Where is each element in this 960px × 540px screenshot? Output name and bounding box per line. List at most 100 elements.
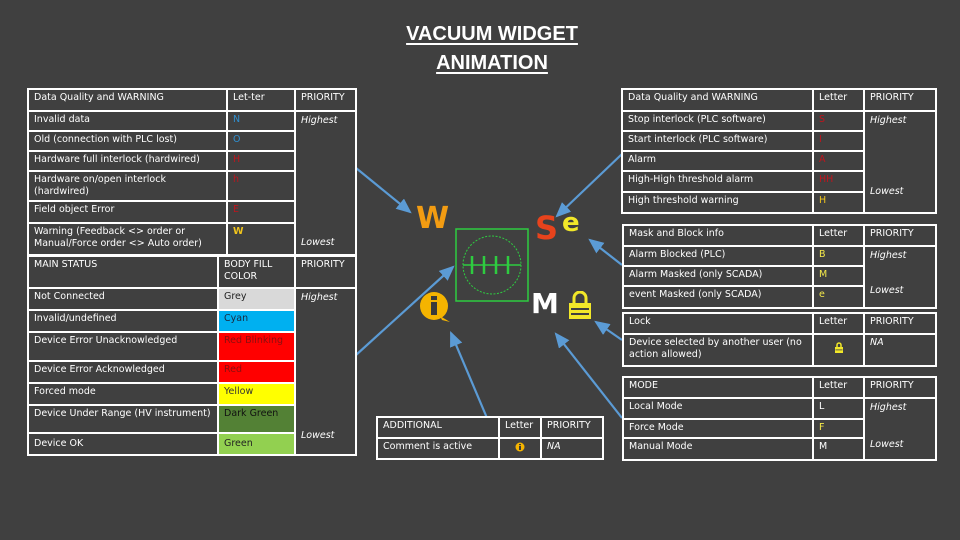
header-cell: Letter xyxy=(498,416,542,439)
table-row: Local Mode L Highest Lowest xyxy=(622,397,937,461)
header-cell: BODY FILL COLOR xyxy=(217,255,296,289)
header-cell: Let-ter xyxy=(226,88,296,112)
mode-table: MODE Letter PRIORITY Local Mode L Highes… xyxy=(622,376,937,461)
priority-cell: Highest Lowest xyxy=(863,397,937,461)
priority-highest: Highest xyxy=(870,250,907,261)
header-cell: Letter xyxy=(812,88,865,112)
lock-icon xyxy=(834,342,843,353)
table-header-row: Lock Letter PRIORITY xyxy=(622,312,937,335)
table-header-row: Data Quality and WARNING Letter PRIORITY xyxy=(621,88,937,112)
row-label: Stop interlock (PLC software) xyxy=(621,110,814,132)
row-label: Hardware full interlock (hardwired) xyxy=(27,150,228,172)
priority-lowest: Lowest xyxy=(301,430,335,441)
row-label: event Masked (only SCADA) xyxy=(622,285,814,309)
row-letter: I xyxy=(812,130,865,152)
row-fill-color: Red Blinking xyxy=(217,331,296,362)
header-cell: Mask and Block info xyxy=(622,224,814,247)
row-label: Old (connection with PLC lost) xyxy=(27,130,228,152)
widget-mode-letter: M xyxy=(531,287,559,320)
row-fill-color: Red xyxy=(217,360,296,384)
widget-warning-letter: W xyxy=(416,201,450,236)
widget-mask-letter: e xyxy=(562,208,580,238)
row-label: Field object Error xyxy=(27,200,228,224)
row-label: Invalid data xyxy=(27,110,228,132)
arrow-interlock xyxy=(555,153,623,218)
row-priority: NA xyxy=(863,333,937,367)
header-cell: Data Quality and WARNING xyxy=(621,88,814,112)
priority-lowest: Lowest xyxy=(870,186,904,197)
arrow-mode xyxy=(554,332,623,419)
row-label: Device Error Unacknowledged xyxy=(27,331,219,362)
row-priority: NA xyxy=(540,437,604,460)
page-title: VACUUM WIDGET ANIMATION xyxy=(380,20,604,78)
header-cell: PRIORITY xyxy=(294,88,357,112)
row-letter: W xyxy=(226,222,296,256)
row-label: Device Under Range (HV instrument) xyxy=(27,404,219,434)
row-letter: M xyxy=(812,437,865,461)
table-row: Not Connected Grey Highest Lowest xyxy=(27,287,357,456)
priority-cell: Highest Lowest xyxy=(294,110,357,256)
row-label: Local Mode xyxy=(622,397,814,420)
row-fill-color: Grey xyxy=(217,287,296,311)
table-row: Device selected by another user (no acti… xyxy=(622,333,937,367)
header-cell: PRIORITY xyxy=(294,255,357,289)
title-line-2: ANIMATION xyxy=(436,52,548,74)
header-cell: ADDITIONAL xyxy=(376,416,500,439)
header-cell: Letter xyxy=(812,312,865,335)
additional-table: ADDITIONAL Letter PRIORITY Comment is ac… xyxy=(376,416,604,460)
vacuum-body-icon[interactable] xyxy=(455,228,529,302)
row-label: Warning (Feedback <> order or Manual/For… xyxy=(27,222,228,256)
row-fill-color: Dark Green xyxy=(217,404,296,434)
row-label: Alarm Blocked (PLC) xyxy=(622,245,814,267)
header-cell: MODE xyxy=(622,376,814,399)
row-fill-color: Green xyxy=(217,432,296,456)
main-status-table: MAIN STATUS BODY FILL COLOR PRIORITY Not… xyxy=(27,255,357,456)
title-line-1: VACUUM WIDGET xyxy=(406,23,578,45)
header-cell: Letter xyxy=(812,224,865,247)
row-letter: A xyxy=(812,150,865,172)
table-row: Stop interlock (PLC software) S Highest … xyxy=(621,110,937,214)
row-letter: B xyxy=(812,245,865,267)
row-label: Hardware on/open interlock (hardwired) xyxy=(27,170,228,202)
comment-info-icon xyxy=(420,292,450,322)
priority-cell: Highest Lowest xyxy=(863,245,937,309)
priority-cell: Highest Lowest xyxy=(294,287,357,456)
row-letter: O xyxy=(226,130,296,152)
row-letter: E xyxy=(226,200,296,224)
priority-cell: Highest Lowest xyxy=(863,110,937,214)
row-label: Manual Mode xyxy=(622,437,814,461)
row-label: Device Error Acknowledged xyxy=(27,360,219,384)
row-letter: S xyxy=(812,110,865,132)
row-label: Device selected by another user (no acti… xyxy=(622,333,814,367)
arrow-warning xyxy=(355,167,412,214)
arrow-additional xyxy=(449,330,489,419)
mask-block-table: Mask and Block info Letter PRIORITY Alar… xyxy=(622,224,937,309)
row-fill-color: Yellow xyxy=(217,382,296,406)
row-letter: e xyxy=(812,285,865,309)
priority-highest: Highest xyxy=(870,402,907,413)
row-letter xyxy=(498,437,542,460)
table-header-row: MAIN STATUS BODY FILL COLOR PRIORITY xyxy=(27,255,357,289)
data-quality-left-table: Data Quality and WARNING Let-ter PRIORIT… xyxy=(27,88,357,256)
header-cell: PRIORITY xyxy=(863,224,937,247)
row-label: Alarm xyxy=(621,150,814,172)
row-label: Invalid/undefined xyxy=(27,309,219,333)
lock-table: Lock Letter PRIORITY Device selected by … xyxy=(622,312,937,367)
header-cell: PRIORITY xyxy=(863,312,937,335)
data-quality-right-table: Data Quality and WARNING Letter PRIORITY… xyxy=(621,88,937,214)
table-header-row: MODE Letter PRIORITY xyxy=(622,376,937,399)
table-row: Invalid data N Highest Lowest xyxy=(27,110,357,256)
row-letter: H xyxy=(812,191,865,214)
lock-icon xyxy=(569,291,591,319)
priority-highest: Highest xyxy=(870,115,907,126)
row-letter: h xyxy=(226,170,296,202)
row-label: High threshold warning xyxy=(621,191,814,214)
header-cell: PRIORITY xyxy=(863,376,937,399)
arrow-mask xyxy=(588,238,623,266)
row-label: Not Connected xyxy=(27,287,219,311)
row-fill-color: Cyan xyxy=(217,309,296,333)
header-cell: MAIN STATUS xyxy=(27,255,219,289)
table-header-row: Mask and Block info Letter PRIORITY xyxy=(622,224,937,247)
header-cell: Lock xyxy=(622,312,814,335)
row-label: Forced mode xyxy=(27,382,219,406)
